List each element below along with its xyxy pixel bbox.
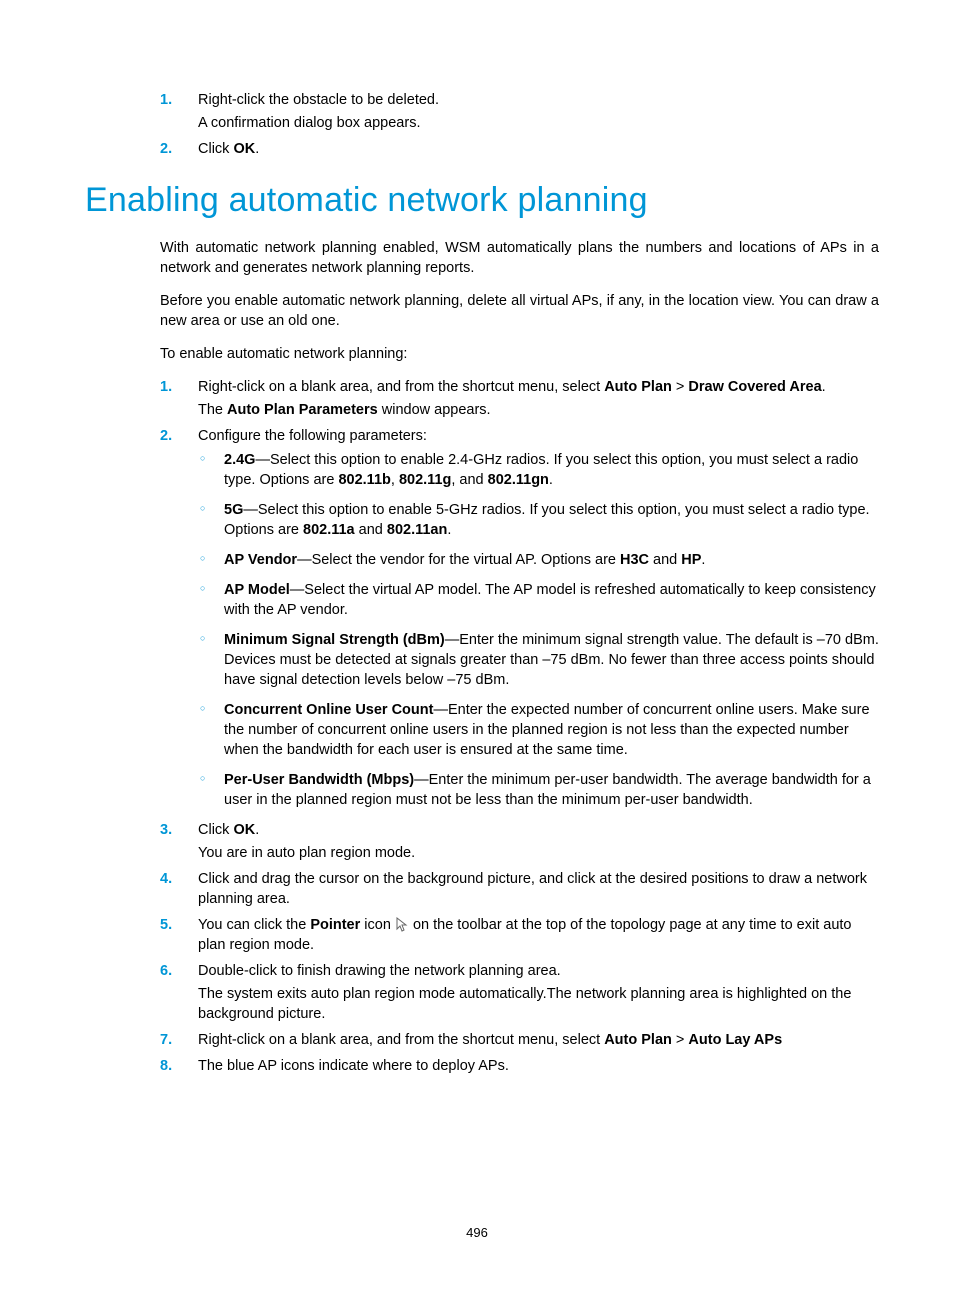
parameters-window-label: Auto Plan Parameters [227, 402, 378, 418]
param-label: Minimum Signal Strength (dBm) [224, 632, 445, 648]
pointer-cursor-icon [395, 917, 409, 933]
step-text: Right-click on a blank area, and from th… [198, 1032, 782, 1048]
draw-covered-area-label: Draw Covered Area [688, 379, 821, 395]
param-ap-model: AP Model—Select the virtual AP model. Th… [198, 580, 879, 620]
step-number: 2. [160, 139, 172, 159]
auto-plan-label: Auto Plan [604, 1032, 672, 1048]
ok-label: OK [233, 822, 255, 838]
step-text: Configure the following parameters: [198, 428, 427, 444]
list-item: 1. Right-click on a blank area, and from… [160, 377, 879, 420]
step-text: The blue AP icons indicate where to depl… [198, 1058, 509, 1074]
section-heading: Enabling automatic network planning [85, 181, 879, 220]
list-item: 1. Right-click the obstacle to be delete… [160, 90, 879, 133]
list-item: 2. Configure the following parameters: 2… [160, 426, 879, 810]
procedure-list: 1. Right-click on a blank area, and from… [160, 377, 879, 1076]
list-item: 8. The blue AP icons indicate where to d… [160, 1056, 879, 1076]
list-item: 4. Click and drag the cursor on the back… [160, 869, 879, 909]
intro-paragraph: Before you enable automatic network plan… [160, 291, 879, 331]
top-steps-block: 1. Right-click the obstacle to be delete… [160, 90, 879, 159]
param-label: AP Vendor [224, 552, 297, 568]
param-per-user-bandwidth: Per-User Bandwidth (Mbps)—Enter the mini… [198, 770, 879, 810]
step-subtext: The Auto Plan Parameters window appears. [198, 400, 879, 420]
step-number: 2. [160, 426, 172, 446]
param-5g: 5G—Select this option to enable 5-GHz ra… [198, 500, 879, 540]
pointer-label: Pointer [310, 917, 360, 933]
step-text-prefix: Click [198, 141, 233, 157]
section-body: With automatic network planning enabled,… [160, 238, 879, 1076]
step-text: Click and drag the cursor on the backgro… [198, 871, 867, 907]
step-number: 6. [160, 961, 172, 981]
list-item: 7. Right-click on a blank area, and from… [160, 1030, 879, 1050]
param-2-4g: 2.4G—Select this option to enable 2.4-GH… [198, 450, 879, 490]
param-label: 2.4G [224, 452, 255, 468]
step-text: You can click the Pointer icon on the to… [198, 917, 852, 953]
intro-paragraph: To enable automatic network planning: [160, 344, 879, 364]
step-subtext: The system exits auto plan region mode a… [198, 984, 879, 1024]
step-number: 3. [160, 820, 172, 840]
step-number: 7. [160, 1030, 172, 1050]
document-page: 1. Right-click the obstacle to be delete… [0, 0, 954, 1296]
step-number: 1. [160, 90, 172, 110]
param-min-signal: Minimum Signal Strength (dBm)—Enter the … [198, 630, 879, 690]
param-label: Per-User Bandwidth (Mbps) [224, 772, 414, 788]
step-subtext: A confirmation dialog box appears. [198, 113, 879, 133]
list-item: 3. Click OK. You are in auto plan region… [160, 820, 879, 863]
step-number: 1. [160, 377, 172, 397]
step-text: Right-click on a blank area, and from th… [198, 379, 826, 395]
list-item: 5. You can click the Pointer icon on the… [160, 915, 879, 955]
param-concurrent-users: Concurrent Online User Count—Enter the e… [198, 700, 879, 760]
step-number: 8. [160, 1056, 172, 1076]
step-text: Double-click to finish drawing the netwo… [198, 963, 561, 979]
step-number: 5. [160, 915, 172, 935]
list-item: 6. Double-click to finish drawing the ne… [160, 961, 879, 1024]
param-label: AP Model [224, 582, 290, 598]
auto-lay-aps-label: Auto Lay APs [688, 1032, 782, 1048]
param-label: Concurrent Online User Count [224, 702, 433, 718]
parameter-list: 2.4G—Select this option to enable 2.4-GH… [198, 450, 879, 810]
param-ap-vendor: AP Vendor—Select the vendor for the virt… [198, 550, 879, 570]
step-subtext: You are in auto plan region mode. [198, 843, 879, 863]
param-label: 5G [224, 502, 243, 518]
auto-plan-label: Auto Plan [604, 379, 672, 395]
step-number: 4. [160, 869, 172, 889]
page-number: 496 [0, 1225, 954, 1240]
list-item: 2. Click OK. [160, 139, 879, 159]
step-text-suffix: . [255, 141, 259, 157]
intro-paragraph: With automatic network planning enabled,… [160, 238, 879, 278]
step-text: Right-click the obstacle to be deleted. [198, 92, 439, 108]
top-step-list: 1. Right-click the obstacle to be delete… [160, 90, 879, 159]
ok-label: OK [233, 141, 255, 157]
step-text: Click OK. [198, 822, 259, 838]
